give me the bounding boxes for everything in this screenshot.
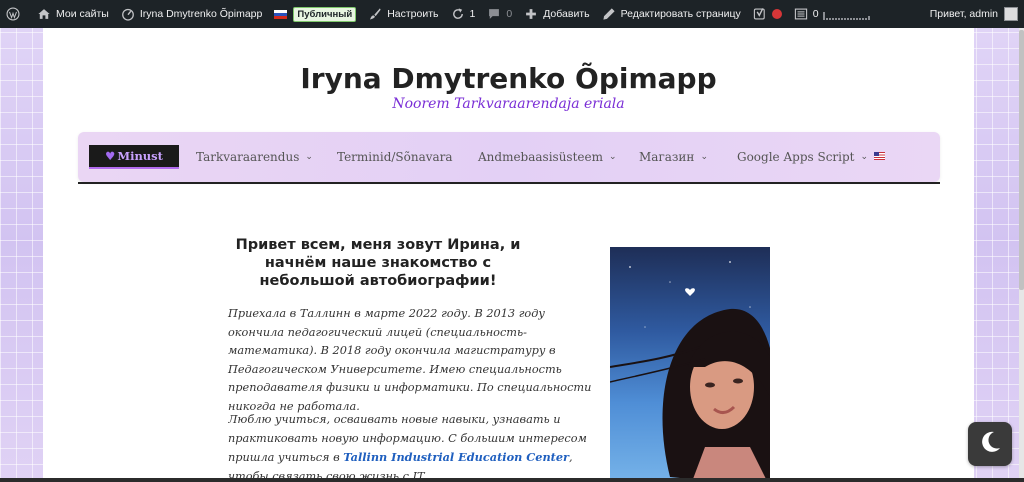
chevron-down-icon: ⌄: [860, 152, 869, 162]
school-link[interactable]: Tallinn Industrial Education Center: [343, 450, 569, 464]
customize-link[interactable]: Настроить: [362, 0, 444, 28]
chevron-down-icon: ⌄: [609, 152, 617, 162]
refresh-icon: [451, 7, 465, 21]
scrollbar-thumb[interactable]: [1019, 30, 1024, 290]
seo-menu[interactable]: [747, 0, 788, 28]
avatar: [1004, 7, 1018, 21]
nav-item-label: Магазин: [639, 150, 695, 164]
my-sites-label: Мои сайты: [56, 8, 109, 20]
wordpress-icon: [6, 7, 20, 21]
nav-item-magazin[interactable]: Магазин ⌄: [639, 132, 708, 182]
stats-icon: [794, 7, 808, 21]
seo-status-dot: [771, 9, 782, 19]
nav-item-minust[interactable]: ♥ Minust: [89, 145, 179, 169]
nav-item-label: Minust: [117, 149, 163, 163]
add-new-menu[interactable]: Добавить: [518, 0, 595, 28]
language-switch[interactable]: Публичный: [268, 0, 362, 28]
edit-page-label: Редактировать страницу: [620, 8, 741, 20]
stats-menu[interactable]: 0: [788, 0, 876, 28]
home-icon: [37, 7, 51, 21]
bio-paragraph-2: Люблю учиться, осваивать новые навыки, у…: [228, 411, 598, 482]
stats-count: 0: [812, 8, 819, 20]
site-name-label: Iryna Dmytrenko Õpimapp: [139, 8, 263, 20]
bio-paragraph: Приехала в Таллинн в марте 2022 году. В …: [228, 307, 592, 413]
admin-bar: Мои сайты Iryna Dmytrenko Õpimapp Публич…: [0, 0, 1024, 28]
comment-icon: [487, 7, 501, 21]
yoast-icon: [753, 7, 767, 21]
nav-item-tarkvaraarendus[interactable]: Tarkvaraarendus ⌄: [196, 132, 313, 182]
dark-mode-toggle[interactable]: [968, 422, 1012, 466]
customize-label: Настроить: [387, 8, 439, 20]
site-tagline: Noorem Tarkvaraarendaja eriala: [392, 96, 625, 112]
add-new-label: Добавить: [543, 8, 590, 20]
account-menu[interactable]: Привет, admin: [924, 0, 1024, 28]
comments-count: 0: [506, 8, 513, 20]
nav-item-label: Andmebaasisüsteem: [478, 150, 603, 164]
us-flag-icon[interactable]: [874, 152, 885, 160]
nav-item-terminid[interactable]: Terminid/Sõnavara: [337, 132, 453, 182]
updates-count: 1: [469, 8, 476, 20]
page-heading: Привет всем, меня зовут Ирина, и начнём …: [235, 237, 521, 289]
wp-logo-menu[interactable]: [0, 0, 31, 28]
main-navigation: ♥ Minust Tarkvaraarendus ⌄ Terminid/Sõna…: [78, 132, 940, 182]
page-container: Iryna Dmytrenko Õpimapp Noorem Tarkvaraa…: [43, 28, 974, 482]
edit-page-link[interactable]: Редактировать страницу: [596, 0, 747, 28]
pencil-icon: [602, 7, 616, 21]
ru-flag-icon: [274, 9, 288, 19]
site-name-menu[interactable]: Iryna Dmytrenko Õpimapp: [115, 0, 269, 28]
stats-sparkline: [822, 8, 870, 20]
updates-link[interactable]: 1: [445, 0, 482, 28]
nav-item-andmebaasisusteem[interactable]: Andmebaasisüsteem ⌄: [478, 132, 617, 182]
chevron-down-icon: ⌄: [305, 152, 313, 162]
public-status-badge: Публичный: [293, 6, 357, 22]
site-title[interactable]: Iryna Dmytrenko Õpimapp: [43, 62, 974, 95]
profile-photo: [610, 247, 770, 482]
chevron-down-icon: ⌄: [700, 152, 708, 162]
plus-icon: [524, 7, 538, 21]
moon-icon: [977, 429, 1003, 459]
heart-icon: ♥: [105, 149, 116, 163]
comments-link[interactable]: 0: [481, 0, 518, 28]
paintbrush-icon: [368, 7, 382, 21]
dashboard-icon: [121, 7, 135, 21]
nav-item-label: Google Apps Script: [737, 150, 855, 164]
my-sites-menu[interactable]: Мои сайты: [31, 0, 115, 28]
greeting-label: Привет, admin: [929, 8, 998, 20]
nav-item-google-apps-script[interactable]: Google Apps Script ⌄: [737, 132, 868, 182]
nav-divider: [78, 182, 940, 184]
nav-item-label: Terminid/Sõnavara: [337, 150, 453, 164]
nav-item-label: Tarkvaraarendus: [196, 150, 300, 164]
bottom-bar: [0, 478, 1024, 482]
